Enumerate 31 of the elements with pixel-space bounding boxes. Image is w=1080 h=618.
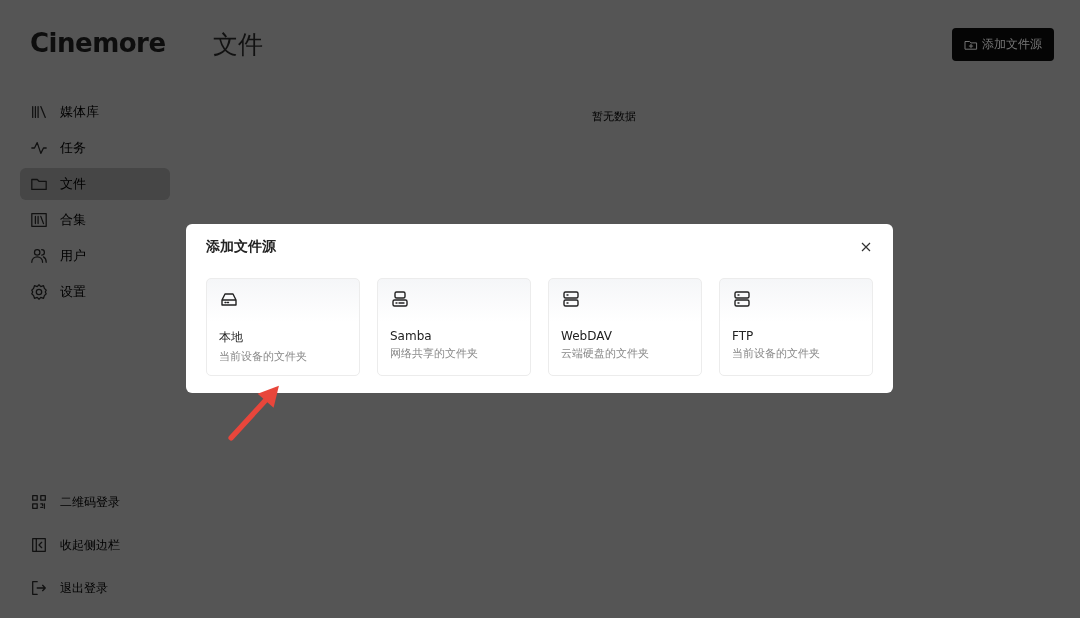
sidebar-item[interactable]: 用户 <box>20 240 170 272</box>
sidebar-item[interactable]: 文件 <box>20 168 170 200</box>
sidebar-item[interactable]: 任务 <box>20 132 170 164</box>
source-option-card[interactable]: WebDAV 云端硬盘的文件夹 <box>548 278 702 376</box>
sidebar-footer-item[interactable]: 退出登录 <box>20 572 170 604</box>
collection-icon <box>30 211 48 229</box>
activity-icon <box>30 139 48 157</box>
collapse-sidebar-icon <box>30 536 48 554</box>
page-title: 文件 <box>213 29 263 61</box>
sidebar-item[interactable]: 媒体库 <box>20 96 170 128</box>
sidebar-footer-item[interactable]: 收起侧边栏 <box>20 529 170 561</box>
users-icon <box>30 247 48 265</box>
network-device-icon <box>390 289 410 309</box>
logout-icon <box>30 579 48 597</box>
sidebar-item[interactable]: 合集 <box>20 204 170 236</box>
app-logo: Cinemore <box>29 28 167 58</box>
settings-icon <box>30 283 48 301</box>
library-icon <box>30 103 48 121</box>
close-button[interactable] <box>859 240 873 254</box>
server-icon <box>732 289 752 309</box>
server-icon <box>561 289 581 309</box>
source-option-card[interactable]: FTP 当前设备的文件夹 <box>719 278 873 376</box>
empty-state-text: 暂无数据 <box>591 109 636 124</box>
add-source-button[interactable]: 添加文件源 <box>952 28 1054 61</box>
close-icon <box>861 242 871 252</box>
sidebar-footer-item[interactable]: 二维码登录 <box>20 486 170 518</box>
source-option-card[interactable]: Samba 网络共享的文件夹 <box>377 278 531 376</box>
dialog-title: 添加文件源 <box>206 238 276 256</box>
source-option-card[interactable]: 本地 当前设备的文件夹 <box>206 278 360 376</box>
sidebar-item[interactable]: 设置 <box>20 276 170 308</box>
qr-code-icon <box>30 493 48 511</box>
